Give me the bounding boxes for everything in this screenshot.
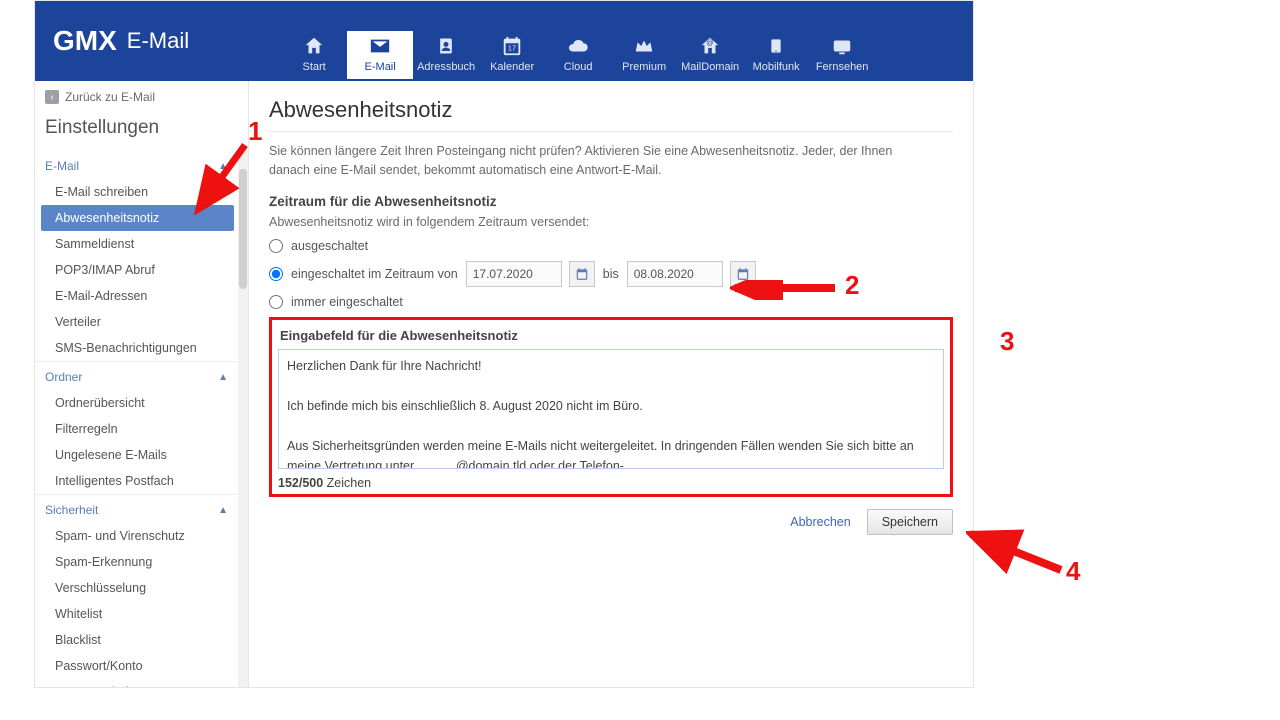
sidebar-item[interactable]: SMS-Benachrichtigungen [35, 335, 238, 361]
premium-icon [633, 33, 655, 59]
calendar-icon [575, 267, 589, 281]
sidebar-item[interactable]: Intelligentes Postfach [35, 468, 238, 494]
sidebar-item[interactable]: Blacklist [35, 627, 238, 653]
period-desc: Abwesenheitsnotiz wird in folgendem Zeit… [269, 215, 953, 229]
sidebar-item[interactable]: Externe Inhalte [35, 679, 238, 687]
tab-label: Premium [622, 61, 666, 73]
sidebar-category[interactable]: Sicherheit▲ [35, 494, 238, 523]
tab-premium[interactable]: Premium [611, 31, 677, 79]
option-always-label: immer eingeschaltet [291, 295, 403, 309]
message-heading: Eingabefeld für die Abwesenheitsnotiz [278, 326, 944, 349]
tab-label: MailDomain [681, 61, 739, 73]
brand-product: E-Mail [127, 28, 189, 54]
sidebar-item[interactable]: E-Mail-Adressen [35, 283, 238, 309]
tab-mobilfunk[interactable]: Mobilfunk [743, 31, 809, 79]
period-heading: Zeitraum für die Abwesenheitsnotiz [269, 194, 953, 209]
message-box: Eingabefeld für die Abwesenheitsnotiz 15… [269, 317, 953, 497]
sidebar-item[interactable]: Verschlüsselung [35, 575, 238, 601]
chevron-up-icon: ▲ [218, 505, 228, 516]
arrow-4-icon [966, 528, 1066, 578]
page-title: Abwesenheitsnotiz [269, 97, 953, 123]
app-header: GMX E-Mail Start E-Mail Adressbuch 17 Kalend… [35, 1, 973, 81]
radio-off[interactable] [269, 239, 283, 253]
sidebar-item[interactable]: Filterregeln [35, 416, 238, 442]
date-from-input[interactable] [466, 261, 562, 287]
annotation-3: 3 [1000, 326, 1014, 357]
calendar-from-button[interactable] [569, 261, 595, 287]
kalender-icon: 17 [501, 33, 523, 59]
top-nav: Start E-Mail Adressbuch 17 Kalender Cloud Prem… [281, 31, 875, 79]
tab-label: Mobilfunk [753, 61, 800, 73]
sidebar-item[interactable]: Ordnerübersicht [35, 390, 238, 416]
sidebar-scrollbar[interactable] [238, 151, 248, 687]
svg-text:@: @ [706, 38, 713, 47]
date-to-input[interactable] [627, 261, 723, 287]
brand-name: GMX [53, 25, 117, 57]
fernsehen-icon [831, 33, 853, 59]
adressbuch-icon [436, 33, 456, 59]
sidebar-category[interactable]: Ordner▲ [35, 361, 238, 390]
back-label: Zurück zu E-Mail [65, 90, 155, 104]
maildomain-icon: @ [699, 33, 721, 59]
cancel-link[interactable]: Abbrechen [790, 515, 850, 529]
calendar-icon [736, 267, 750, 281]
sidebar-item[interactable]: Ungelesene E-Mails [35, 442, 238, 468]
brand: GMX E-Mail [35, 1, 211, 81]
char-counter: 152/500 Zeichen [278, 476, 944, 490]
radio-range[interactable] [269, 267, 283, 281]
tab-label: E-Mail [365, 61, 396, 73]
option-always[interactable]: immer eingeschaltet [269, 295, 953, 309]
email-icon [369, 33, 391, 59]
option-range-label: eingeschaltet im Zeitraum von [291, 267, 458, 281]
tab-kalender[interactable]: 17 Kalender [479, 31, 545, 79]
back-link[interactable]: ‹ Zurück zu E-Mail [35, 81, 248, 113]
tab-fernsehen[interactable]: Fernsehen [809, 31, 875, 79]
divider [269, 131, 953, 132]
sidebar-category[interactable]: E-Mail▲ [35, 151, 238, 179]
sidebar-item[interactable]: POP3/IMAP Abruf [35, 257, 238, 283]
sidebar-item[interactable]: E-Mail schreiben [35, 179, 238, 205]
tab-label: Cloud [564, 61, 593, 73]
sidebar-scroll: E-Mail▲E-Mail schreibenAbwesenheitsnotiz… [35, 151, 238, 687]
option-range[interactable]: eingeschaltet im Zeitraum von bis [269, 261, 953, 287]
sidebar-item[interactable]: Verteiler [35, 309, 238, 335]
tab-cloud[interactable]: Cloud [545, 31, 611, 79]
sidebar-item[interactable]: Abwesenheitsnotiz [41, 205, 234, 231]
option-range-middle: bis [603, 267, 619, 281]
annotation-4: 4 [1066, 556, 1080, 587]
main-panel: Abwesenheitsnotiz Sie können längere Zei… [249, 81, 973, 687]
sidebar-item[interactable]: Passwort/Konto [35, 653, 238, 679]
start-icon [303, 33, 325, 59]
tab-label: Kalender [490, 61, 534, 73]
tab-email[interactable]: E-Mail [347, 31, 413, 79]
save-button[interactable]: Speichern [867, 509, 953, 535]
radio-always[interactable] [269, 295, 283, 309]
option-off-label: ausgeschaltet [291, 239, 368, 253]
message-textarea[interactable] [278, 349, 944, 469]
sidebar-item[interactable]: Whitelist [35, 601, 238, 627]
chevron-left-icon: ‹ [45, 90, 59, 104]
sidebar-item[interactable]: Spam-Erkennung [35, 549, 238, 575]
sidebar-item[interactable]: Sammeldienst [35, 231, 238, 257]
cloud-icon [566, 33, 590, 59]
sidebar-heading: Einstellungen [35, 113, 248, 149]
option-off[interactable]: ausgeschaltet [269, 239, 953, 253]
char-count: 152/500 [278, 476, 323, 490]
tab-label: Adressbuch [417, 61, 475, 73]
sidebar-item[interactable]: Spam- und Virenschutz [35, 523, 238, 549]
tab-adressbuch[interactable]: Adressbuch [413, 31, 479, 79]
tab-start[interactable]: Start [281, 31, 347, 79]
chevron-up-icon: ▲ [218, 161, 228, 172]
sidebar: ‹ Zurück zu E-Mail Einstellungen E-Mail▲… [35, 81, 249, 687]
tab-label: Fernsehen [816, 61, 869, 73]
chevron-up-icon: ▲ [218, 372, 228, 383]
page-intro: Sie können längere Zeit Ihren Posteingan… [269, 142, 929, 180]
svg-text:17: 17 [508, 44, 516, 53]
tab-maildomain[interactable]: @ MailDomain [677, 31, 743, 79]
tab-label: Start [303, 61, 326, 73]
calendar-to-button[interactable] [730, 261, 756, 287]
mobilfunk-icon [768, 33, 784, 59]
